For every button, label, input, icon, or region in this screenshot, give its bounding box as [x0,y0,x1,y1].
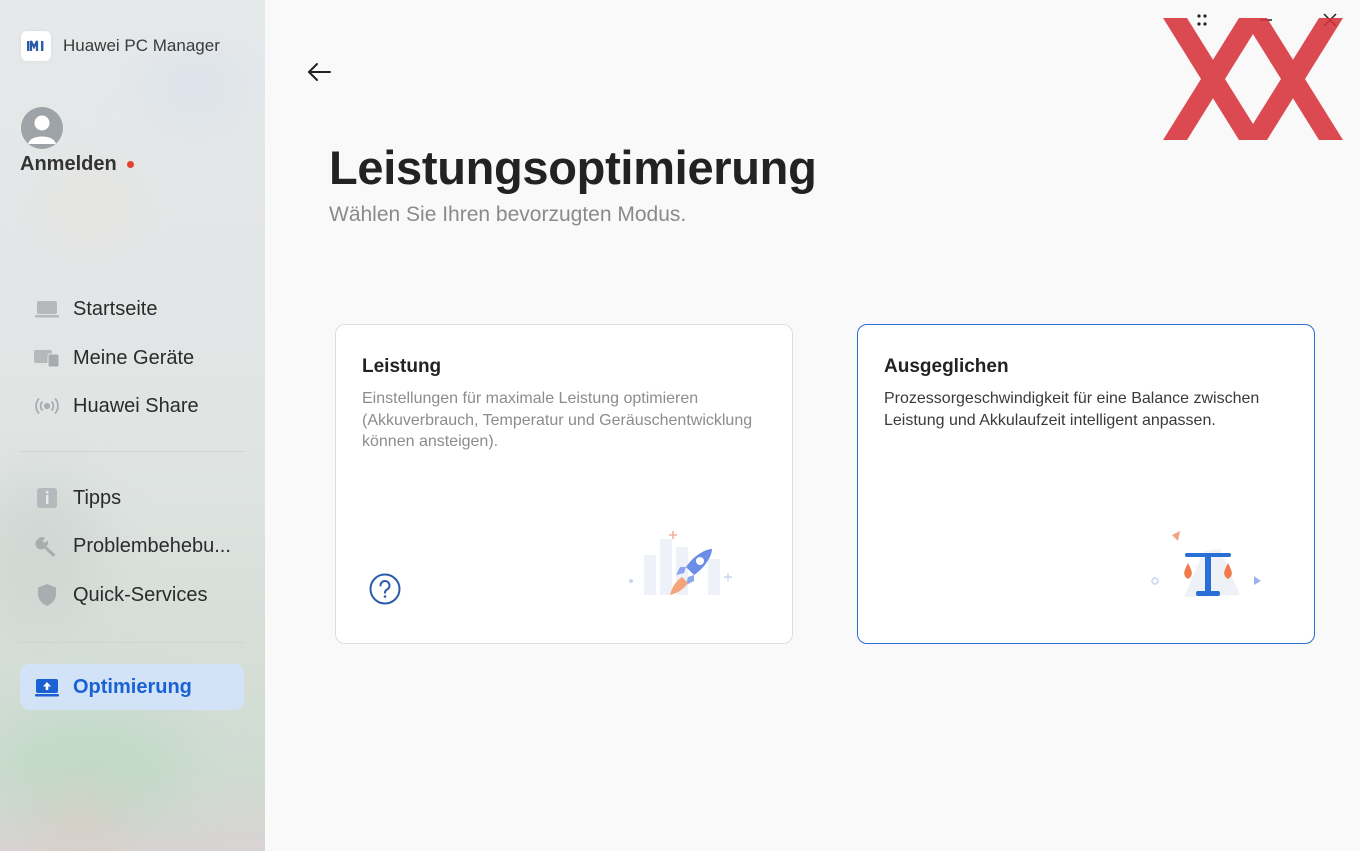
rocket-icon [624,525,744,614]
login-link[interactable]: Anmelden [20,153,134,176]
login-label: Anmelden [20,153,117,175]
devices-icon [34,347,60,369]
card-description: Einstellungen für maximale Leistung opti… [362,390,753,450]
sidebar-item-huawei-share[interactable]: Huawei Share [20,383,244,429]
sidebar-item-label: Problembehebu... [73,534,231,557]
watermark-logo-icon [1163,18,1343,140]
app-header: Huawei PC Manager [21,31,220,61]
card-description: Prozessorgeschwindigkeit für eine Balanc… [884,390,1260,429]
sidebar-item-label: Meine Geräte [73,346,195,369]
card-title: Ausgeglichen [884,356,1009,377]
sidebar-divider [20,451,244,452]
sidebar-item-label: Quick-Services [73,583,208,606]
page-subtitle: Wählen Sie Ihren bevorzugten Modus. [329,203,687,226]
wireless-icon [34,395,60,417]
shield-icon [34,584,60,606]
user-avatar-icon[interactable] [21,107,63,149]
sidebar-item-quick-services[interactable]: Quick-Services [20,572,244,618]
sidebar-divider [20,642,244,643]
sidebar-item-tipps[interactable]: Tipps [20,475,244,521]
card-title: Leistung [362,356,442,377]
page-title: Leistungsoptimierung [329,141,817,194]
sidebar-item-label: Startseite [73,297,158,320]
mode-card-leistung[interactable]: Leistung Einstellungen für maximale Leis… [335,324,793,644]
sidebar-background-blob [40,800,120,851]
info-icon [34,487,60,509]
sidebar-item-label: Huawei Share [73,394,199,417]
sidebar-background-blob [50,180,130,230]
sidebar-item-meine-geraete[interactable]: Meine Geräte [20,335,244,381]
back-arrow-icon[interactable] [305,58,333,86]
sidebar-item-label: Tipps [73,486,122,509]
laptop-icon [34,298,60,320]
app-title: Huawei PC Manager [63,36,220,55]
sidebar-item-startseite[interactable]: Startseite [20,286,244,332]
balance-scale-icon [1148,529,1272,610]
sidebar-background-blob [150,60,240,110]
huawei-pc-manager-logo-icon [21,31,51,61]
mode-card-ausgeglichen[interactable]: Ausgeglichen Prozessorgeschwindigkeit fü… [857,324,1315,644]
wrench-icon [34,535,60,557]
optimize-icon [34,676,60,698]
sidebar: Huawei PC Manager Anmelden Startseite Me… [0,0,265,851]
sidebar-item-optimierung[interactable]: Optimierung [20,664,244,710]
help-question-icon[interactable] [369,573,401,605]
sidebar-item-label: Optimierung [73,675,192,698]
sidebar-item-problembehebung[interactable]: Problembehebu... [20,523,244,569]
notification-dot [126,161,134,168]
